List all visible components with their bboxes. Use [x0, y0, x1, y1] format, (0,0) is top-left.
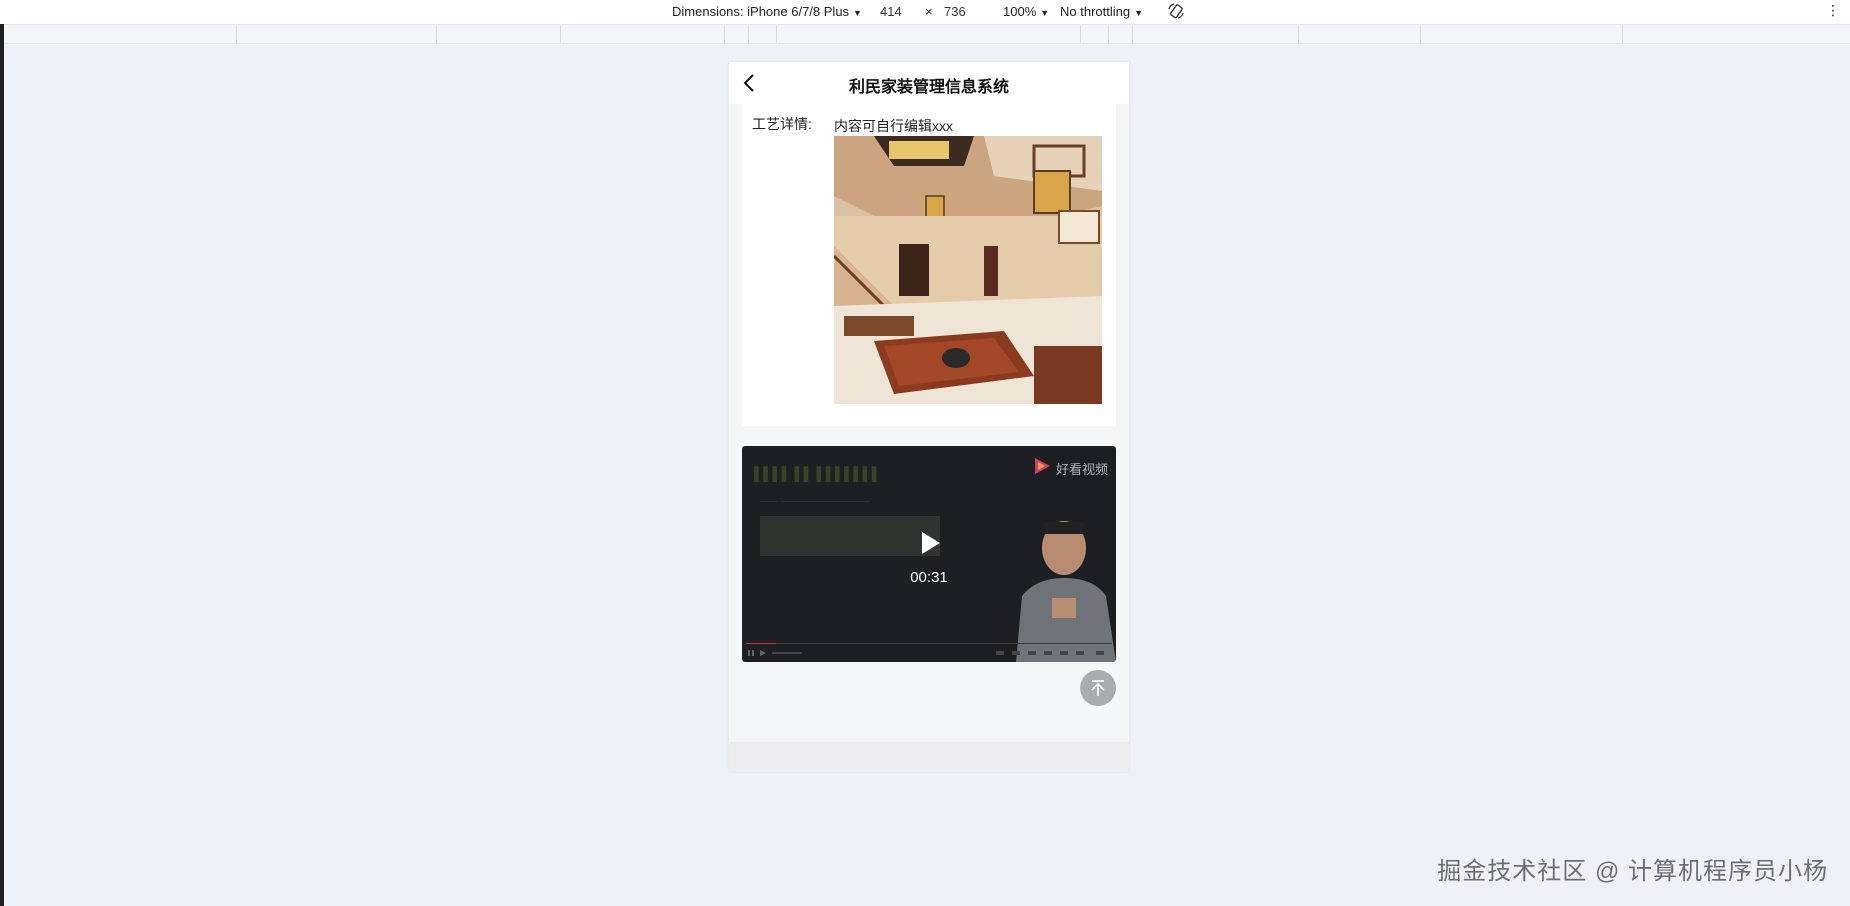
detail-label: 工艺详情:: [752, 116, 812, 132]
chevron-down-icon: ▼: [853, 8, 862, 18]
throttle-selector[interactable]: No throttling ▼: [1060, 4, 1143, 19]
video-player[interactable]: ▌▌▌▌ ▌▌ ▌▌▌▌▌▌▌ —— —————————— 好看视频 00:31: [742, 446, 1116, 662]
dimension-separator: ×: [925, 4, 933, 19]
zoom-value: 100%: [1003, 4, 1037, 19]
media-query-ruler: [0, 24, 1850, 44]
video-frame-text: ▌▌▌▌ ▌▌ ▌▌▌▌▌▌▌: [754, 466, 881, 481]
watermark: 掘金技术社区 @ 计算机程序员小杨: [1437, 858, 1828, 885]
page-title: 利民家装管理信息系统: [848, 79, 1009, 96]
back-to-top-button[interactable]: [1080, 670, 1116, 706]
device-label: Dimensions: iPhone 6/7/8 Plus: [672, 4, 850, 19]
chevron-down-icon: ▼: [1040, 8, 1050, 18]
width-input[interactable]: 414: [880, 4, 902, 19]
zoom-selector[interactable]: 100% ▼: [1003, 4, 1049, 19]
video-controls[interactable]: [746, 648, 1112, 658]
arrow-up-icon: [1091, 680, 1105, 696]
top-nav-bar: 利民家装管理信息系统: [729, 62, 1129, 104]
video-frame-box: [760, 516, 940, 556]
play-icon[interactable]: [920, 530, 942, 556]
video-progress-track[interactable]: [746, 643, 1112, 644]
throttle-value: No throttling: [1060, 4, 1131, 19]
detail-text: 内容可自行编辑xxx: [834, 118, 953, 134]
video-frame-subtext: —— ——————————: [760, 496, 871, 506]
window-edge: [0, 24, 4, 906]
height-input[interactable]: 736: [944, 4, 966, 19]
device-selector[interactable]: Dimensions: iPhone 6/7/8 Plus ▼: [672, 4, 862, 19]
video-duration: 00:31: [910, 569, 948, 586]
device-viewport: 利民家装管理信息系统 工艺详情: 内容可自行编辑xxx ▌▌▌▌ ▌▌ ▌▌▌▌…: [729, 62, 1129, 772]
interior-image: [834, 136, 1102, 404]
chevron-down-icon: ▼: [1134, 8, 1144, 18]
devtools-toolbar: Dimensions: iPhone 6/7/8 Plus ▼ 414 × 736…: [0, 0, 1850, 24]
more-options-icon[interactable]: ⋮: [1826, 3, 1840, 17]
bottom-bar: [729, 742, 1129, 772]
video-brand: 好看视频: [1055, 462, 1108, 477]
video-progress-played: [746, 643, 776, 644]
rotate-icon[interactable]: [1167, 2, 1185, 20]
haokan-logo-icon: [1035, 458, 1050, 474]
